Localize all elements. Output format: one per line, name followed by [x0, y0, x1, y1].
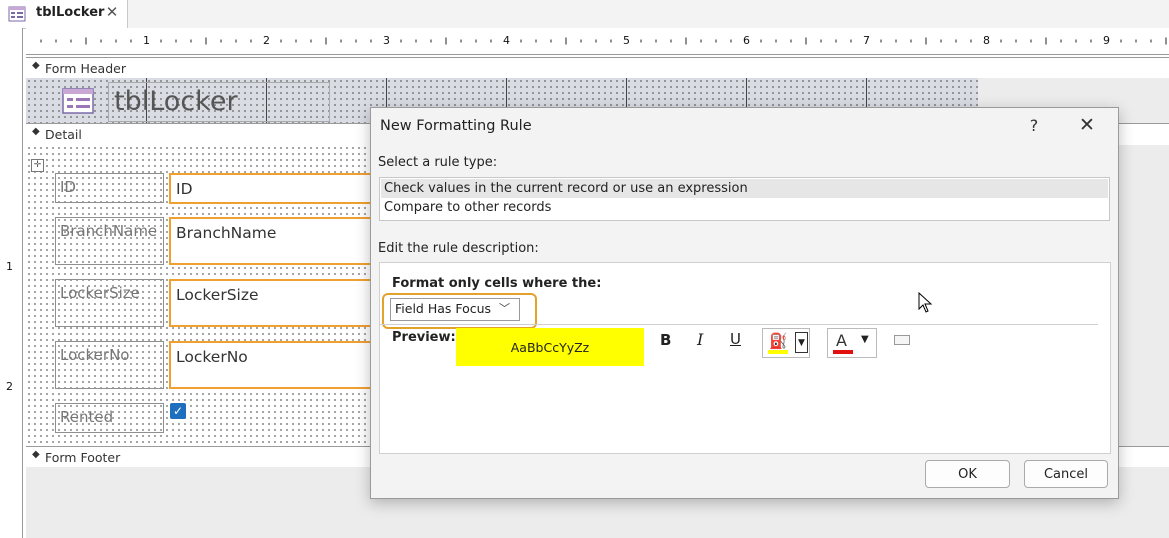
form-header-bar[interactable]: ◆ Form Header [26, 57, 1169, 80]
form-title: tblLocker [114, 86, 238, 117]
fill-color-swatch [768, 350, 788, 354]
font-dropdown-arrow-icon[interactable]: ▼ [861, 334, 869, 345]
ruler-corner [0, 28, 23, 54]
ruler-number: 4 [503, 34, 510, 47]
help-icon[interactable]: ? [1024, 116, 1044, 135]
preview-label: Preview: [392, 330, 456, 345]
ruler-number: 5 [623, 34, 630, 47]
label-text: Rented [60, 408, 114, 426]
section-arrow-icon: ◆ [32, 60, 40, 71]
section-arrow-icon: ◆ [32, 126, 40, 137]
label-lockersize[interactable]: LockerSize [55, 279, 164, 327]
condition-dropdown[interactable]: Field Has Focus ﹀ [390, 298, 520, 321]
field-text: LockerSize [176, 286, 259, 304]
dialog-title: New Formatting Rule [380, 118, 532, 134]
label-rented[interactable]: Rented [55, 403, 164, 433]
tab-close-icon[interactable]: ✕ [104, 3, 120, 21]
ruler-number: 7 [863, 34, 870, 47]
form-icon [8, 6, 26, 22]
textbox-lockerno[interactable]: LockerNo [169, 341, 379, 389]
field-text: LockerNo [176, 348, 248, 366]
chevron-down-icon: ﹀ [499, 302, 510, 315]
ruler-number: 1 [143, 34, 150, 47]
ruler-ticks [40, 37, 1167, 45]
label-branchname[interactable]: BranchName [55, 217, 164, 265]
rule-description-panel: Format only cells where the: Field Has F… [379, 262, 1111, 454]
bold-button[interactable]: B [660, 331, 671, 349]
vertical-ruler[interactable]: 1 2 [0, 54, 23, 538]
textbox-branchname[interactable]: BranchName [169, 217, 379, 265]
label-id[interactable]: ID [55, 173, 164, 203]
detail-label: Detail [45, 127, 82, 142]
form-header-label: Form Header [45, 61, 126, 76]
label-text: BranchName [60, 222, 158, 240]
rule-type-item[interactable]: Check values in the current record or us… [384, 181, 748, 196]
font-color-swatch [833, 350, 853, 354]
field-text: ID [176, 180, 193, 198]
rule-type-item[interactable]: Compare to other records [384, 200, 551, 215]
label-text: LockerSize [60, 284, 140, 302]
preview-box: AaBbCcYyZz [456, 328, 644, 366]
underline-button[interactable]: U [730, 330, 741, 348]
form-logo-icon[interactable] [62, 88, 94, 114]
font-color-button[interactable]: A ▼ [827, 328, 877, 358]
textbox-lockersize[interactable]: LockerSize [169, 279, 379, 327]
paint-bucket-icon: ⛽ [769, 332, 788, 350]
section-arrow-icon: ◆ [32, 449, 40, 460]
ruler-number: 8 [983, 34, 990, 47]
select-rule-type-label: Select a rule type: [378, 155, 498, 170]
field-text: BranchName [176, 224, 277, 242]
fill-dropdown-arrow-icon[interactable]: ▼ [795, 332, 808, 353]
ruler-number: 1 [6, 260, 13, 273]
new-formatting-rule-dialog: New Formatting Rule ? ✕ Select a rule ty… [370, 107, 1119, 499]
font-color-icon: A [836, 331, 847, 350]
ruler-number: 2 [6, 380, 13, 393]
label-text: LockerNo [60, 346, 130, 364]
ruler-number: 9 [1103, 34, 1110, 47]
data-bar-icon[interactable] [894, 335, 910, 345]
condition-value: Field Has Focus [395, 301, 492, 316]
format-only-label: Format only cells where the: [392, 276, 602, 291]
cancel-button[interactable]: Cancel [1024, 460, 1108, 488]
rented-checkbox[interactable]: ✓ [170, 403, 186, 419]
tab-tbllocker[interactable]: tblLocker ✕ [0, 0, 128, 28]
move-handle-icon[interactable]: ✛ [31, 159, 44, 172]
ruler-number: 2 [263, 34, 270, 47]
close-icon[interactable]: ✕ [1076, 114, 1098, 136]
edit-rule-description-label: Edit the rule description: [378, 241, 539, 256]
preview-text: AaBbCcYyZz [510, 340, 590, 355]
rule-type-list[interactable]: Check values in the current record or us… [379, 177, 1110, 221]
fill-color-button[interactable]: ⛽ ▼ [762, 328, 810, 358]
ruler-number: 6 [743, 34, 750, 47]
document-tab-bar [0, 0, 1169, 29]
tab-title: tblLocker [36, 5, 105, 20]
label-lockerno[interactable]: LockerNo [55, 341, 164, 389]
ok-button[interactable]: OK [925, 460, 1010, 488]
italic-button[interactable]: I [697, 330, 703, 349]
form-footer-label: Form Footer [45, 450, 121, 465]
textbox-id[interactable]: ID [169, 173, 379, 204]
ruler-number: 3 [383, 34, 390, 47]
horizontal-ruler[interactable]: 1 2 3 4 5 6 7 8 9 [26, 28, 1169, 55]
label-text: ID [60, 178, 76, 196]
divider [380, 324, 1098, 325]
mouse-cursor-icon [918, 292, 933, 313]
